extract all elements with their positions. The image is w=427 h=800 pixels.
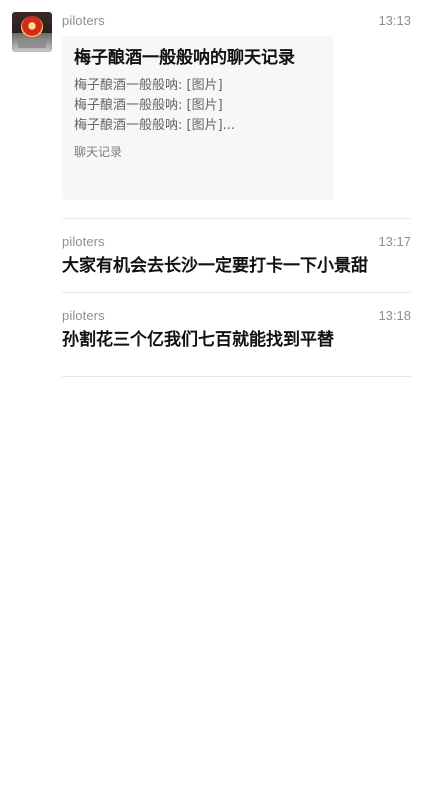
chat-record-line-2: 梅子酿酒一般般呐: [图片]: [74, 98, 223, 113]
message-2[interactable]: piloters 13:17 大家有机会去长沙一定要打卡一下小景甜: [62, 234, 411, 278]
message-meta-1: piloters 13:13: [62, 13, 411, 29]
chat-record-footer: 聊天记录: [74, 145, 123, 159]
message-time-2: 13:17: [378, 234, 411, 249]
chat-record-card[interactable]: 梅子酿酒一般般呐的聊天记录 梅子酿酒一般般呐: [图片] 梅子酿酒一般般呐: […: [62, 36, 334, 200]
message-divider-2: [62, 292, 411, 293]
sender-name-1: piloters: [62, 13, 105, 28]
message-divider-1: [62, 218, 411, 219]
message-header-1: piloters 13:13: [62, 13, 411, 29]
message-divider-3: [62, 376, 411, 377]
sender-name-3: piloters: [62, 308, 105, 323]
chat-record-line-3: 梅子酿酒一般般呐: [图片]...: [74, 118, 236, 133]
chat-history-page: piloters 13:13 梅子酿酒一般般呐的聊天记录 梅子酿酒一般般呐: […: [0, 0, 427, 800]
chat-record-title: 梅子酿酒一般般呐的聊天记录: [74, 48, 295, 68]
message-text-2: 大家有机会去长沙一定要打卡一下小景甜: [62, 256, 368, 276]
sender-name-2: piloters: [62, 234, 105, 249]
message-time-1: 13:13: [378, 13, 411, 28]
sender-avatar-icon[interactable]: [12, 12, 52, 52]
chat-record-line-1: 梅子酿酒一般般呐: [图片]: [74, 78, 223, 93]
empty-chat-area: [0, 378, 427, 800]
chat-record-lines: 梅子酿酒一般般呐: [图片] 梅子酿酒一般般呐: [图片] 梅子酿酒一般般呐: …: [74, 76, 322, 136]
message-text-3: 孙割花三个亿我们七百就能找到平替: [62, 330, 334, 350]
message-time-3: 13:18: [378, 308, 411, 323]
message-meta-3: piloters 13:18: [62, 308, 411, 324]
message-meta-2: piloters 13:17: [62, 234, 411, 250]
avatar-emblem: [21, 16, 43, 38]
avatar-base: [18, 40, 46, 48]
message-3[interactable]: piloters 13:18 孙割花三个亿我们七百就能找到平替: [62, 308, 411, 352]
